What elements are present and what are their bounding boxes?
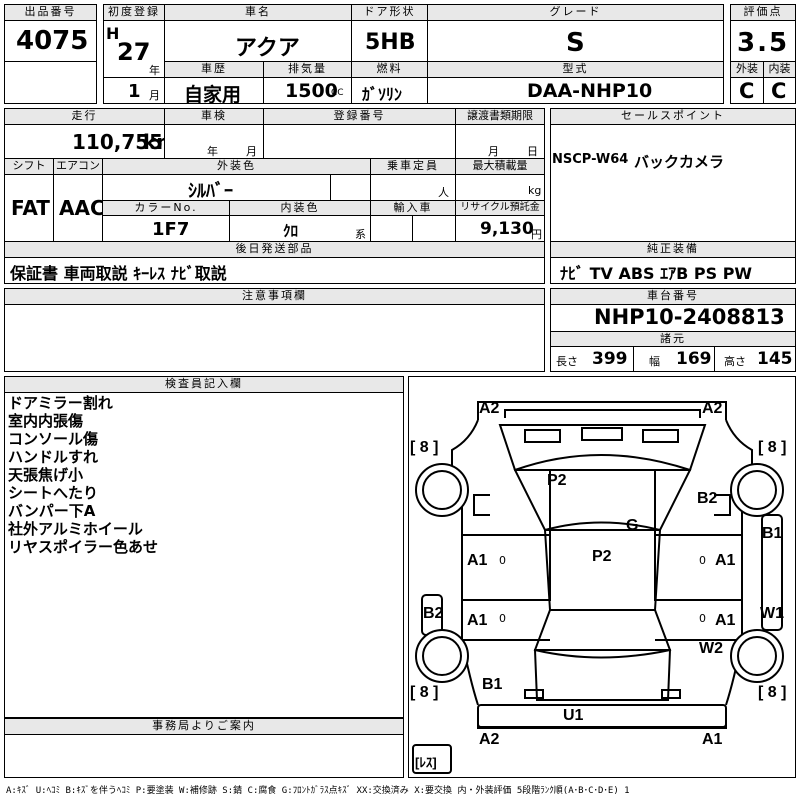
mark-rear-bumper-left: A2	[479, 731, 500, 748]
mark-right-quarter: W1	[760, 605, 784, 622]
mark-hood: P2	[547, 472, 567, 489]
mark-tailgate: U1	[563, 707, 584, 724]
mark-right-door-front: A1	[715, 552, 736, 569]
mark-roof: P2	[592, 548, 612, 565]
car-diagram	[412, 401, 784, 774]
door-zero: 0	[699, 554, 706, 567]
mark-spare: [ﾚｽ]	[415, 755, 437, 770]
legend: A:ｷｽﾞ U:ﾍｺﾐ B:ｷｽﾞを伴うﾍｺﾐ P:要塗装 W:補修跡 S:錆 …	[6, 786, 630, 796]
mark-right-pillar: B1	[762, 525, 783, 542]
mark-front-right: A2	[702, 400, 723, 417]
mark-rear-left: B1	[482, 676, 503, 693]
mark-left-quarter: B2	[423, 605, 444, 622]
mark-right-door-rear: A1	[715, 612, 736, 629]
mark-left-door-front: A1	[467, 552, 488, 569]
mark-windshield: G	[626, 517, 639, 534]
mark-tire-fr: [ 8 ]	[758, 439, 787, 456]
door-zero: 0	[499, 612, 506, 625]
door-zero: 0	[699, 612, 706, 625]
mark-tire-rl: [ 8 ]	[410, 684, 439, 701]
mark-right-rear-fender: W2	[699, 640, 723, 657]
mark-tire-fl: [ 8 ]	[410, 439, 439, 456]
mark-front-left: A2	[479, 400, 500, 417]
mark-rear-bumper-right: A1	[702, 731, 723, 748]
mark-tire-rr: [ 8 ]	[758, 684, 787, 701]
mark-left-door-rear: A1	[467, 612, 488, 629]
door-zero: 0	[499, 554, 506, 567]
mark-right-fender: B2	[697, 490, 718, 507]
